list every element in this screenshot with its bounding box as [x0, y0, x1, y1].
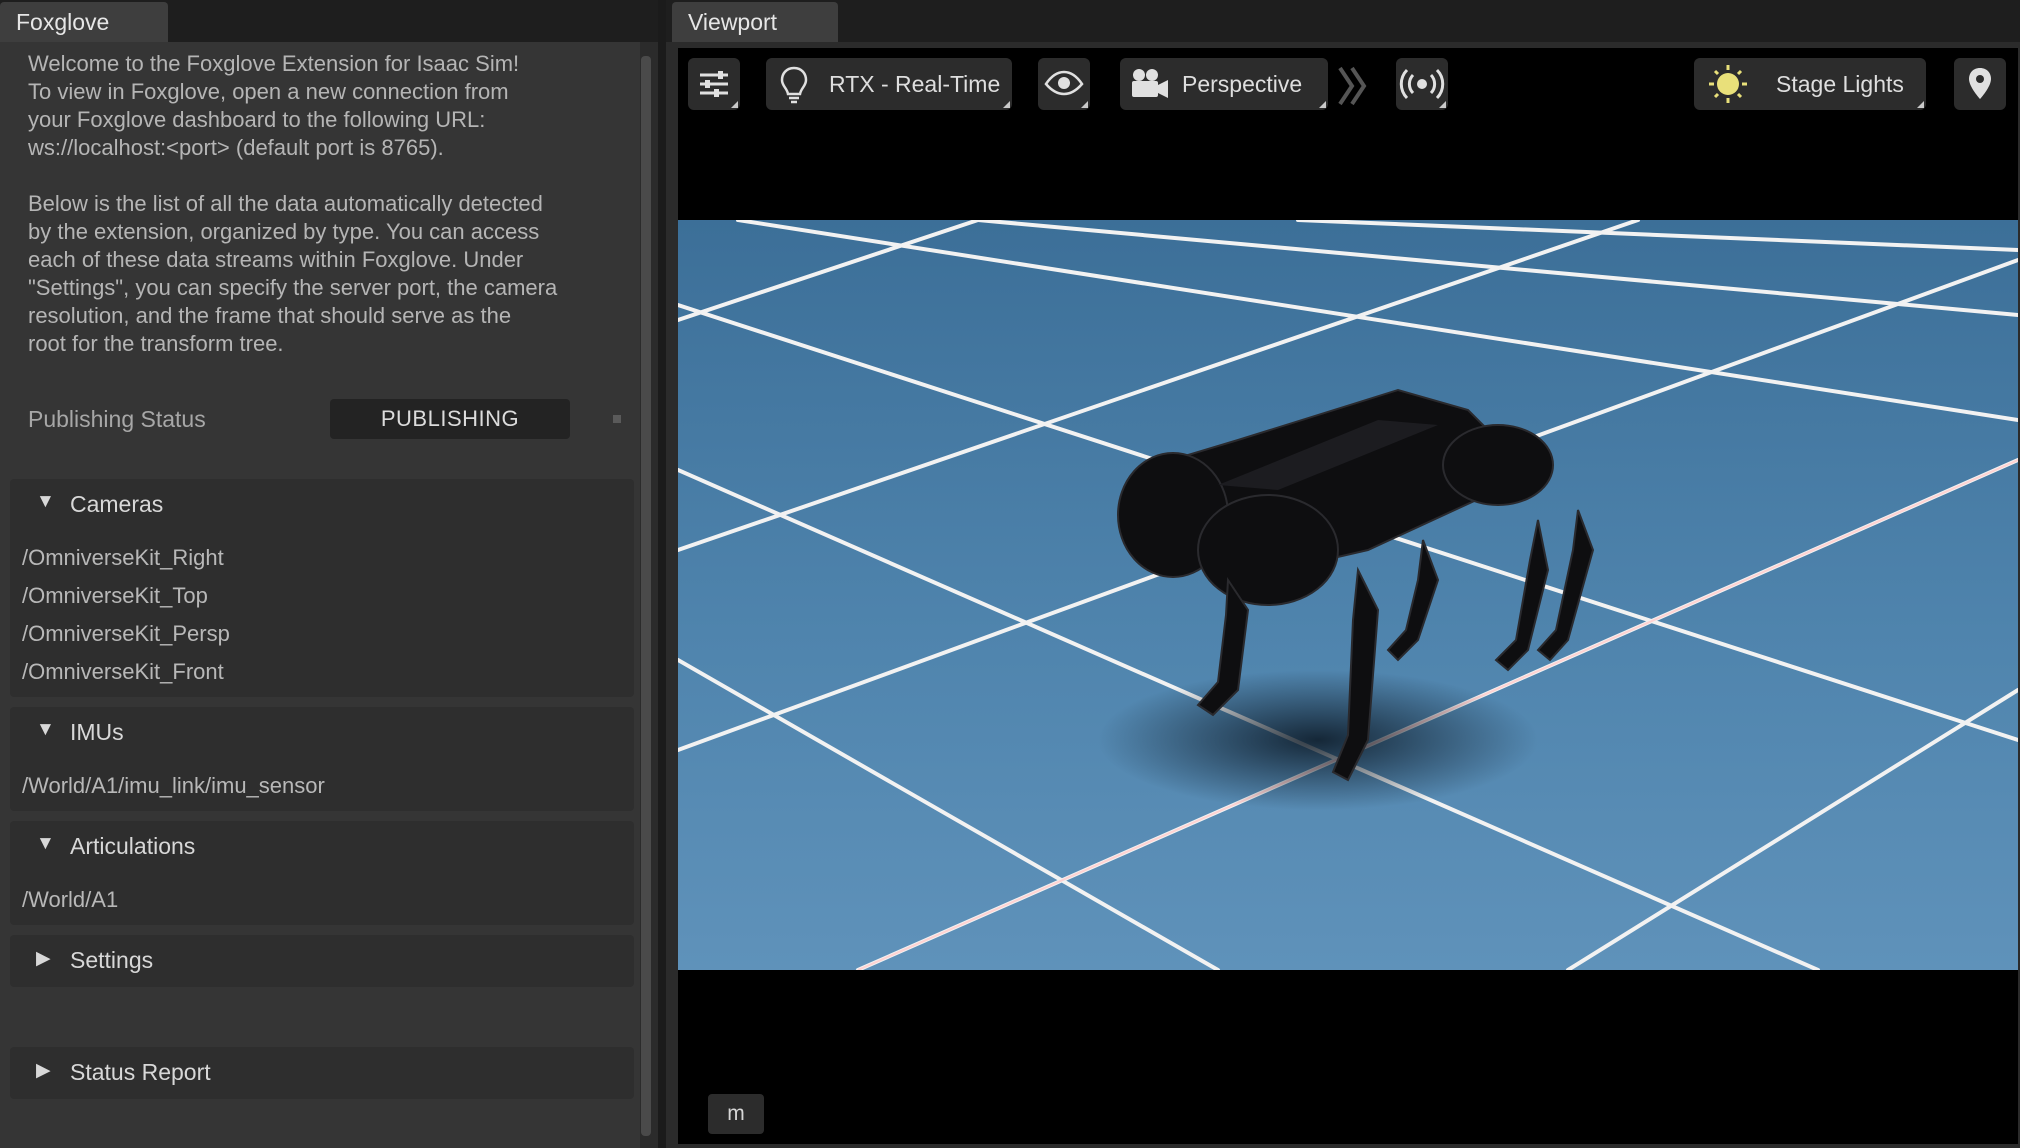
- articulations-title: Articulations: [70, 833, 196, 859]
- viewport-area[interactable]: RTX - Real-Time Perspective Stage Lights…: [678, 48, 2018, 1144]
- list-item: /World/A1: [22, 887, 119, 912]
- list-item: /OmniverseKit_Right: [22, 545, 224, 570]
- publishing-status-label: Publishing Status: [28, 406, 206, 432]
- cameras-header[interactable]: ▼ Cameras: [10, 479, 634, 531]
- live-sync-button[interactable]: [1396, 58, 1448, 110]
- list-item: /OmniverseKit_Front: [22, 659, 224, 684]
- dropdown-corner-icon: [1439, 101, 1446, 108]
- unit-badge[interactable]: m: [708, 1094, 764, 1134]
- lightbulb-icon: [780, 66, 808, 104]
- list-item: /World/A1/imu_link/imu_sensor: [22, 773, 325, 798]
- viewport-tab-bar: Viewport: [666, 0, 2020, 42]
- publishing-status-button[interactable]: PUBLISHING: [330, 399, 570, 439]
- dropdown-corner-icon: [1917, 101, 1924, 108]
- settings-section[interactable]: ▶ Settings: [10, 935, 634, 987]
- sun-icon: [1709, 65, 1747, 103]
- settings-menu-button[interactable]: [688, 58, 740, 110]
- camera-menu-button[interactable]: Perspective: [1120, 58, 1328, 110]
- camera-label: Perspective: [1182, 71, 1303, 97]
- settings-title: Settings: [70, 947, 154, 973]
- robot-shadow: [1098, 670, 1538, 810]
- scene-render[interactable]: [678, 220, 2018, 970]
- dropdown-corner-icon: [1319, 101, 1326, 108]
- collapse-arrow-icon: ▼: [36, 833, 55, 854]
- tab-viewport[interactable]: Viewport: [672, 2, 838, 42]
- visibility-menu-button[interactable]: [1038, 58, 1090, 110]
- expand-arrow-icon: ▶: [36, 948, 51, 969]
- cameras-title: Cameras: [70, 491, 164, 517]
- cameras-section: ▼ Cameras /OmniverseKit_Right /Omniverse…: [10, 479, 634, 697]
- renderer-menu-button[interactable]: RTX - Real-Time: [766, 58, 1012, 110]
- pin-button[interactable]: [1954, 58, 2006, 110]
- status-report-section[interactable]: ▶ Status Report: [10, 1047, 634, 1099]
- status-report-title: Status Report: [70, 1059, 211, 1085]
- expand-arrow-icon: ▶: [36, 1060, 51, 1081]
- imus-title: IMUs: [70, 719, 124, 745]
- welcome-paragraph: Welcome to the Foxglove Extension for Is…: [28, 51, 520, 160]
- viewport-panel: Viewport RTX - Real-Time Perspective Sta…: [666, 0, 2020, 1148]
- collapse-arrow-icon: ▼: [36, 719, 55, 740]
- stage-lights-menu-button[interactable]: Stage Lights: [1694, 58, 1926, 110]
- articulations-header[interactable]: ▼ Articulations: [10, 821, 634, 873]
- tab-foxglove[interactable]: Foxglove: [0, 2, 168, 42]
- foxglove-tab-bar: Foxglove: [0, 0, 666, 42]
- panel-divider[interactable]: [658, 0, 666, 1148]
- foxglove-panel: Foxglove Welcome to the Foxglove Extensi…: [0, 0, 666, 1148]
- dropdown-corner-icon: [1003, 101, 1010, 108]
- chevron-right-double-icon[interactable]: [1336, 62, 1372, 110]
- imus-header[interactable]: ▼ IMUs: [10, 707, 634, 759]
- scrollbar[interactable]: [641, 56, 651, 1136]
- dropdown-corner-icon: [731, 101, 738, 108]
- list-item: /OmniverseKit_Persp: [22, 621, 230, 646]
- video-camera-icon: [1132, 69, 1168, 98]
- articulations-section: ▼ Articulations /World/A1: [10, 821, 634, 925]
- intro-text: Welcome to the Foxglove Extension for Is…: [28, 50, 618, 358]
- location-pin-icon: [1969, 68, 1991, 99]
- renderer-label: RTX - Real-Time: [829, 71, 1001, 97]
- list-item: /OmniverseKit_Top: [22, 583, 208, 608]
- collapse-arrow-icon: ▼: [36, 491, 55, 512]
- description-paragraph: Below is the list of all the data automa…: [28, 191, 558, 356]
- imus-section: ▼ IMUs /World/A1/imu_link/imu_sensor: [10, 707, 634, 811]
- dropdown-corner-icon: [1081, 101, 1088, 108]
- status-indicator: [613, 415, 621, 423]
- lights-label: Stage Lights: [1776, 71, 1904, 97]
